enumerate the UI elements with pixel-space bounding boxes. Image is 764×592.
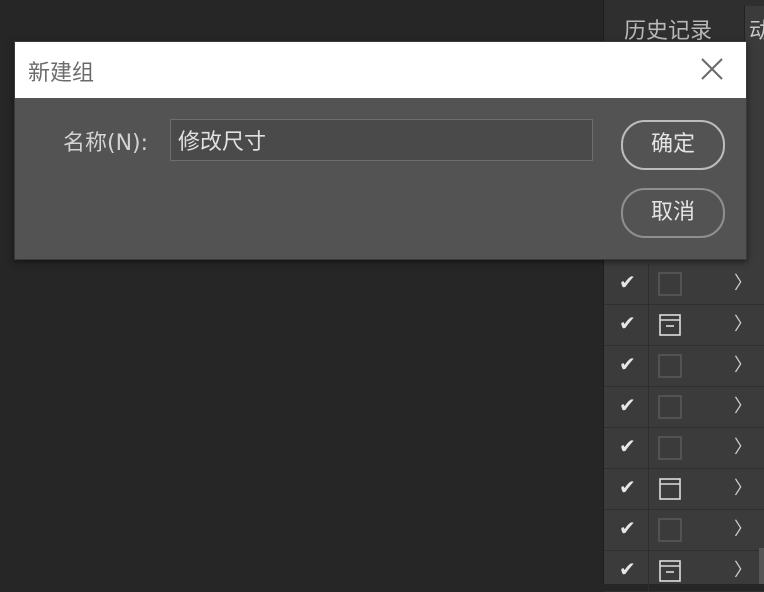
chevron-right-icon[interactable]: 〉 <box>734 520 752 540</box>
action-row[interactable]: ✔ 〉 <box>604 346 764 387</box>
tab-history[interactable]: 历史记录 <box>624 6 712 46</box>
action-row[interactable]: ✔ 〉 <box>604 264 764 305</box>
tab-actions[interactable]: 动 <box>744 6 764 46</box>
action-row[interactable]: ✔ 〉 <box>604 305 764 346</box>
chevron-right-icon[interactable]: 〉 <box>734 561 752 581</box>
close-icon[interactable] <box>699 56 725 82</box>
cancel-button[interactable]: 取消 <box>621 188 725 238</box>
check-icon[interactable]: ✔ <box>619 559 637 579</box>
ok-button[interactable]: 确定 <box>621 120 725 170</box>
chevron-right-icon[interactable]: 〉 <box>734 315 752 335</box>
action-row[interactable]: ✔ 〉 <box>604 387 764 428</box>
panel-scrollbar[interactable] <box>759 548 764 584</box>
action-row[interactable]: ✔ 〉 <box>604 469 764 510</box>
action-row[interactable]: ✔ 〉 <box>604 551 764 592</box>
action-row[interactable]: ✔ 〉 <box>604 510 764 551</box>
dialog-titlebar: 新建组 <box>15 42 746 98</box>
set-folder-icon[interactable] <box>658 313 682 337</box>
name-input[interactable] <box>170 119 593 161</box>
chevron-right-icon[interactable]: 〉 <box>734 274 752 294</box>
set-folder-icon[interactable] <box>658 559 682 583</box>
chevron-right-icon[interactable]: 〉 <box>734 356 752 376</box>
check-icon[interactable]: ✔ <box>619 477 637 497</box>
dialog-title: 新建组 <box>28 61 95 86</box>
action-list: ✔ 〉 ✔ 〉 ✔ 〉 ✔ 〉 ✔ 〉 ✔ 〉 ✔ 〉 ✔ 〉 <box>604 264 764 592</box>
panel-tab-bar: 历史记录 动 <box>604 0 764 46</box>
chevron-right-icon[interactable]: 〉 <box>734 438 752 458</box>
action-row[interactable]: ✔ 〉 <box>604 428 764 469</box>
empty-box-icon[interactable] <box>658 272 682 296</box>
chevron-right-icon[interactable]: 〉 <box>734 397 752 417</box>
chevron-right-icon[interactable]: 〉 <box>734 479 752 499</box>
check-icon[interactable]: ✔ <box>619 313 637 333</box>
empty-box-icon[interactable] <box>658 395 682 419</box>
empty-box-icon[interactable] <box>658 354 682 378</box>
check-icon[interactable]: ✔ <box>619 436 637 456</box>
check-icon[interactable]: ✔ <box>619 354 637 374</box>
empty-box-icon[interactable] <box>658 436 682 460</box>
dialog-box-icon[interactable] <box>658 477 682 501</box>
name-label: 名称(N): <box>63 131 149 156</box>
check-icon[interactable]: ✔ <box>619 272 637 292</box>
check-icon[interactable]: ✔ <box>619 395 637 415</box>
new-group-dialog: 新建组 名称(N): 确定 取消 <box>14 41 747 260</box>
check-icon[interactable]: ✔ <box>619 518 637 538</box>
empty-box-icon[interactable] <box>658 518 682 542</box>
